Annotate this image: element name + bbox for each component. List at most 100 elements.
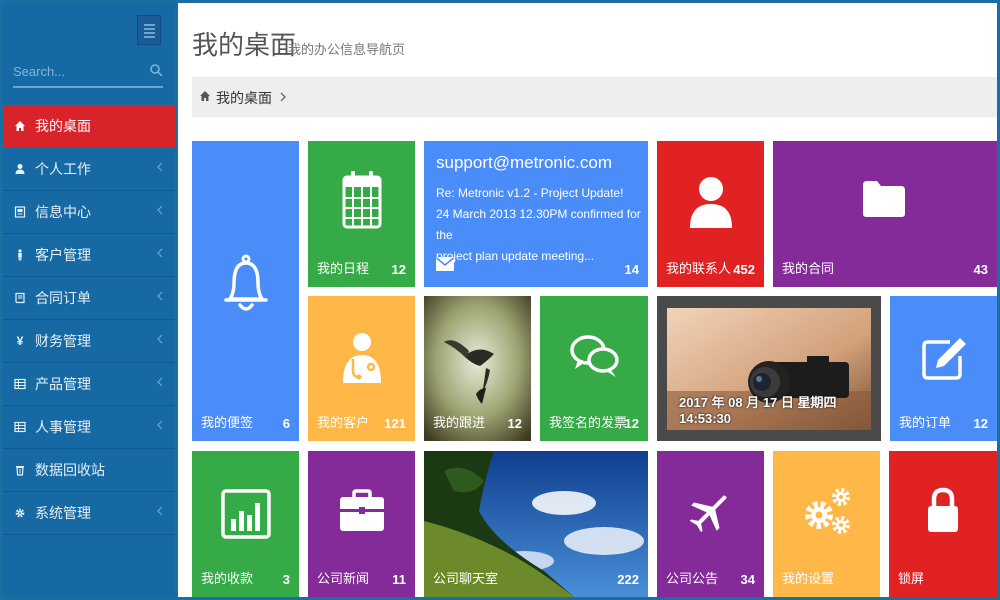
sidebar-item-label: 合同订单 xyxy=(35,290,91,306)
chevron-left-icon xyxy=(157,248,163,258)
tile-count: 11 xyxy=(392,572,406,587)
tile-receipts[interactable]: 我的收款 3 xyxy=(192,451,299,597)
page-title: 我的桌面 xyxy=(192,30,297,60)
tile-label: 锁屏 xyxy=(898,571,925,586)
sidebar-item-label: 系统管理 xyxy=(35,505,91,521)
sidebar-item-label: 人事管理 xyxy=(35,419,91,435)
sidebar-item-label: 信息中心 xyxy=(35,204,91,220)
tile-label: 我的订单 xyxy=(899,415,952,430)
tile-label: 公司公告 xyxy=(666,571,719,586)
page-subtitle: 我的办公信息导航页 xyxy=(288,42,406,57)
sidebar: 我的桌面 个人工作 信息中心 客户管理 合同订 xyxy=(3,3,175,597)
tile-count: 121 xyxy=(384,416,406,431)
tile-settings[interactable]: 我的设置 xyxy=(773,451,880,597)
clock-display: 2017 年 08 月 17 日 星期四 14:53:30 xyxy=(679,395,837,426)
tile-count: 12 xyxy=(624,416,639,431)
tile-label: 我的跟进 xyxy=(433,415,486,430)
user-icon xyxy=(690,177,732,228)
search-box xyxy=(13,58,163,88)
chevron-left-icon xyxy=(157,506,163,516)
calendar-icon xyxy=(342,171,382,229)
tile-invoices[interactable]: 我签名的发票 12 xyxy=(540,296,648,441)
tile-label: 我的客户 xyxy=(317,415,370,430)
chevron-left-icon xyxy=(157,377,163,387)
sidebar-item-hr[interactable]: 人事管理 xyxy=(3,406,175,449)
home-icon xyxy=(200,91,210,101)
sidebar-item-personal-work[interactable]: 个人工作 xyxy=(3,148,175,191)
bar-chart-icon xyxy=(221,489,271,539)
chevron-left-icon xyxy=(157,291,163,301)
tile-label: 我的合同 xyxy=(782,261,835,276)
sidebar-item-contracts[interactable]: 合同订单 xyxy=(3,277,175,320)
tile-count: 452 xyxy=(733,262,755,277)
sidebar-item-finance[interactable]: ¥ 财务管理 xyxy=(3,320,175,363)
mail-line: project plan update meeting... xyxy=(436,249,595,263)
tile-label: 公司聊天室 xyxy=(433,571,499,586)
table-icon xyxy=(13,377,27,391)
tile-label: 我的联系人 xyxy=(666,261,732,276)
main-content: 我的桌面 我的办公信息导航页 我的桌面 我的便签 6 我的日程 12 suppo… xyxy=(178,3,997,597)
sidebar-item-label: 产品管理 xyxy=(35,376,91,392)
chevron-left-icon xyxy=(157,205,163,215)
sidebar-item-label: 客户管理 xyxy=(35,247,91,263)
menu-toggle-button[interactable] xyxy=(137,15,161,45)
sidebar-item-label: 数据回收站 xyxy=(35,462,105,478)
mail-subject: Re: Metronic v1.2 - Project Update! xyxy=(436,186,624,200)
tile-contracts[interactable]: 我的合同 43 xyxy=(773,141,997,287)
tile-label: 我的收款 xyxy=(201,571,254,586)
tile-lock[interactable]: 锁屏 xyxy=(889,451,997,597)
bell-icon xyxy=(224,254,268,311)
sidebar-item-desktop[interactable]: 我的桌面 xyxy=(3,105,175,148)
chevron-right-icon xyxy=(280,92,286,102)
mail-line: 24 March 2013 12.30PM confirmed for the xyxy=(436,207,641,242)
search-input[interactable] xyxy=(13,58,143,84)
tile-count: 12 xyxy=(391,262,406,277)
breadcrumb: 我的桌面 xyxy=(192,77,997,117)
mail-preview: Re: Metronic v1.2 - Project Update! 24 M… xyxy=(436,183,646,267)
chevron-left-icon xyxy=(157,420,163,430)
tile-customers[interactable]: 我的客户 121 xyxy=(308,296,415,441)
edit-icon xyxy=(922,338,966,380)
lock-icon xyxy=(928,487,958,532)
tile-news[interactable]: 公司新闻 11 xyxy=(308,451,415,597)
envelope-icon xyxy=(436,257,454,271)
tile-chat[interactable]: 公司聊天室 222 xyxy=(424,451,648,597)
tile-label: 我的便签 xyxy=(201,415,254,430)
sidebar-item-customers[interactable]: 客户管理 xyxy=(3,234,175,277)
tile-calendar[interactable]: 我的日程 12 xyxy=(308,141,415,287)
tile-contacts[interactable]: 我的联系人 452 xyxy=(657,141,764,287)
comments-icon xyxy=(570,335,619,377)
gears-icon xyxy=(805,488,850,534)
chevron-left-icon xyxy=(157,334,163,344)
sidebar-item-label: 财务管理 xyxy=(35,333,91,349)
briefcase-icon xyxy=(340,489,384,531)
gear-icon xyxy=(13,506,27,520)
tile-notes[interactable]: 我的便签 6 xyxy=(192,141,299,441)
tile-count: 6 xyxy=(282,416,290,431)
tile-orders[interactable]: 我的订单 12 xyxy=(890,296,997,441)
sidebar-item-recycle-bin[interactable]: 数据回收站 xyxy=(3,449,175,492)
table-icon xyxy=(13,420,27,434)
breadcrumb-home-link[interactable]: 我的桌面 xyxy=(216,88,272,108)
tile-mail[interactable]: support@metronic.com Re: Metronic v1.2 -… xyxy=(424,141,648,287)
tile-count: 43 xyxy=(973,262,988,277)
chevron-left-icon xyxy=(157,162,163,172)
tile-label: 我的设置 xyxy=(782,571,835,586)
user-icon xyxy=(13,162,27,176)
search-icon[interactable] xyxy=(149,63,163,77)
folder-icon xyxy=(863,181,905,217)
airplane-icon xyxy=(689,495,727,533)
tile-clock[interactable]: 2017 年 08 月 17 日 星期四 14:53:30 xyxy=(657,296,881,441)
tile-count: 34 xyxy=(740,572,755,587)
sidebar-item-system[interactable]: 系统管理 xyxy=(3,492,175,535)
tile-label: 我的日程 xyxy=(317,261,370,276)
tile-count: 12 xyxy=(973,416,988,431)
tile-notice[interactable]: 公司公告 34 xyxy=(657,451,764,597)
sidebar-item-products[interactable]: 产品管理 xyxy=(3,363,175,406)
sidebar-item-info-center[interactable]: 信息中心 xyxy=(3,191,175,234)
doctor-icon xyxy=(343,333,381,383)
mail-address: support@metronic.com xyxy=(436,153,612,172)
book-icon xyxy=(13,291,27,305)
tile-followup[interactable]: 我的跟进 12 xyxy=(424,296,531,441)
tile-count: 222 xyxy=(617,572,639,587)
